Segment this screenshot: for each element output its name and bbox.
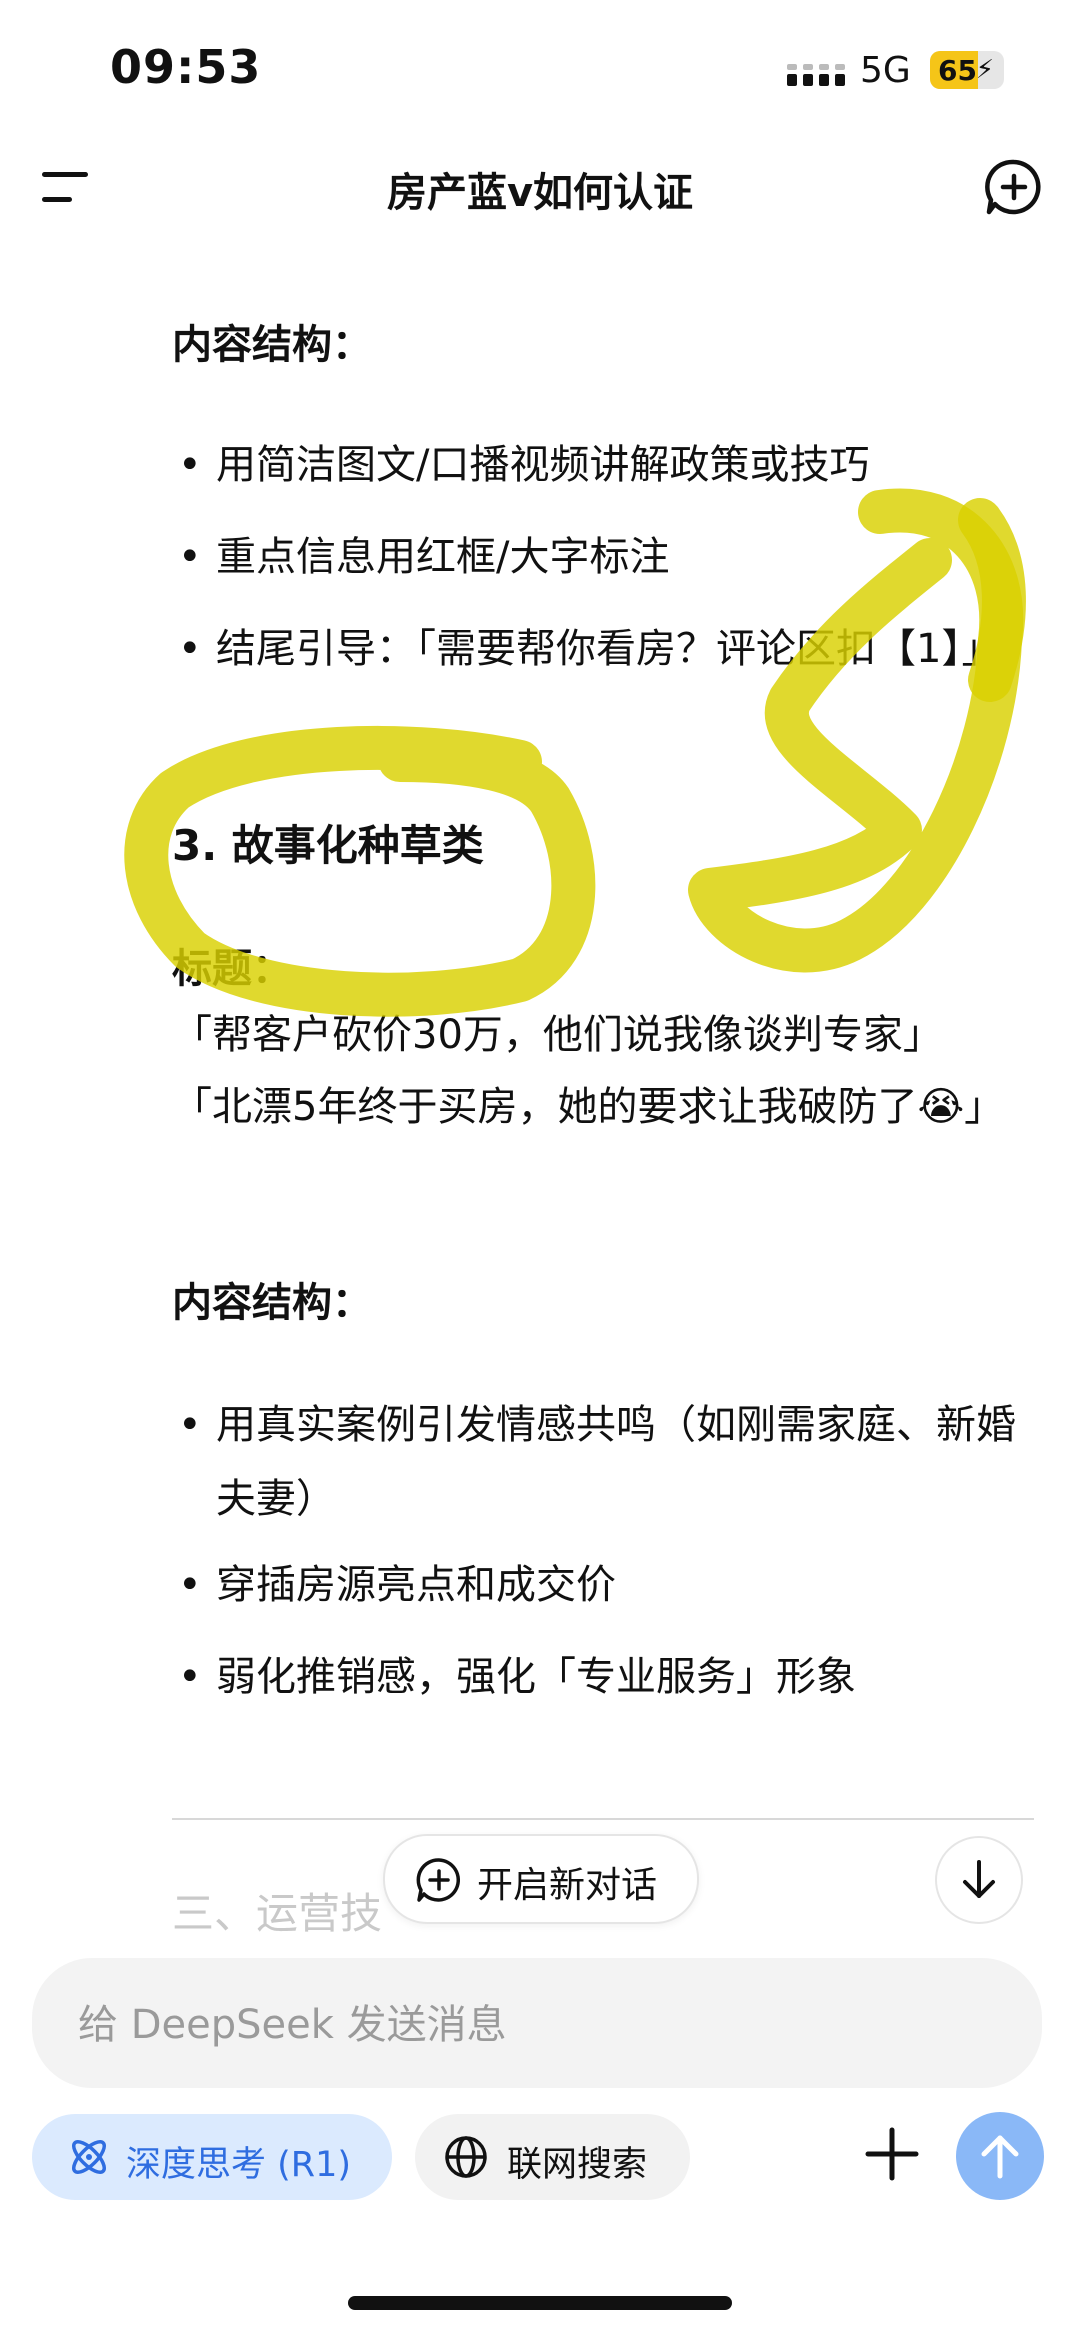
network-type: 5G (860, 50, 911, 91)
title-label: 标题： (172, 946, 292, 992)
new-chat-plus-icon (416, 1858, 460, 1902)
battery-indicator: 65 ⚡ (930, 51, 1004, 89)
home-indicator (348, 2296, 732, 2310)
arrow-down-icon (963, 1860, 995, 1898)
deep-think-toggle[interactable]: 深度思考 (R1) (32, 2114, 392, 2200)
send-button[interactable] (956, 2112, 1044, 2200)
list-item: 穿插房源亮点和成交价 (172, 1548, 1042, 1622)
new-chat-button[interactable]: 开启新对话 (383, 1834, 699, 1924)
attach-plus-icon[interactable] (860, 2122, 924, 2186)
next-section-heading: 三、运营技 (172, 1889, 383, 1938)
title-example: 「帮客户砍价30万，他们说我像谈判专家」 (172, 1012, 943, 1058)
new-chat-label: 开启新对话 (477, 1865, 658, 1906)
list-item: 用简洁图文/口播视频讲解政策或技巧 (172, 428, 1042, 502)
divider (172, 1818, 1034, 1820)
page-title: 房产蓝v如何认证 (386, 170, 694, 216)
signal-icon (787, 64, 845, 86)
globe-icon (445, 2136, 487, 2178)
list-item: 弱化推销感，强化「专业服务」形象 (172, 1640, 1042, 1714)
title-example: 「北漂5年终于买房，她的要求让我破防了😭」 (172, 1084, 1005, 1130)
web-search-label: 联网搜索 (507, 2145, 648, 2185)
structure-heading: 内容结构： (172, 322, 372, 368)
section-heading: 3. 故事化种草类 (172, 821, 484, 870)
list-item: 结尾引导：「需要帮你看房？评论区扣【1】」 (172, 612, 1042, 686)
charging-bolt-icon: ⚡ (975, 55, 994, 85)
battery-percent: 65 (938, 54, 977, 87)
arrow-up-icon (981, 2135, 1019, 2179)
status-time: 09:53 (110, 40, 262, 94)
scroll-down-button[interactable] (935, 1836, 1023, 1924)
web-search-toggle[interactable]: 联网搜索 (415, 2114, 690, 2200)
structure-heading: 内容结构： (172, 1280, 372, 1326)
deep-think-label: 深度思考 (R1) (126, 2145, 352, 2185)
message-input[interactable] (76, 1994, 980, 2056)
list-item: 用真实案例引发情感共鸣（如刚需家庭、新婚夫妻） (172, 1388, 1042, 1536)
atom-icon (72, 2140, 106, 2174)
message-input-container (32, 1958, 1042, 2088)
list-item: 重点信息用红框/大字标注 (172, 520, 1042, 594)
new-chat-plus-icon[interactable] (985, 158, 1043, 216)
